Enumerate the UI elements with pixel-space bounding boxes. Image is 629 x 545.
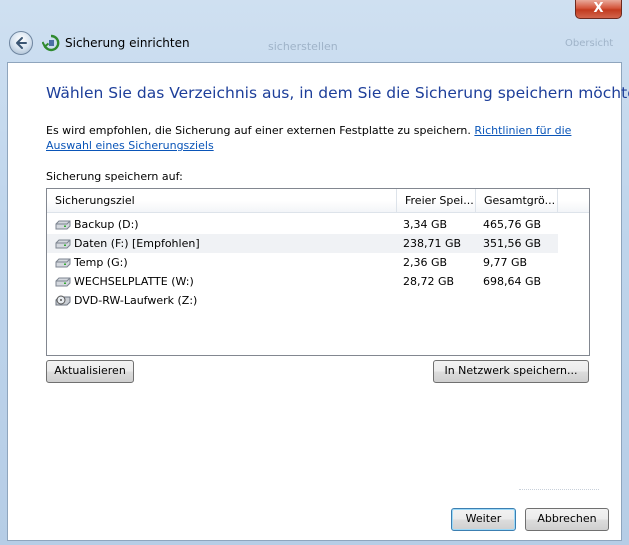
- column-header-free-space[interactable]: Freier Spei...: [397, 189, 476, 213]
- column-header-destination[interactable]: Sicherungsziel: [47, 189, 397, 213]
- drive-name: WECHSELPLATTE (W:): [74, 275, 194, 288]
- page-heading: Wählen Sie das Verzeichnis aus, in dem S…: [46, 84, 629, 102]
- drive-name-cell: Daten (F:) [Empfohlen]: [55, 234, 200, 253]
- total-size-cell: 351,56 GB: [483, 237, 542, 250]
- save-to-network-button[interactable]: In Netzwerk speichern...: [433, 360, 589, 383]
- hard-drive-icon: [55, 258, 71, 268]
- background-window-text-right: Obersicht: [565, 38, 614, 49]
- window-title: Sicherung einrichten: [65, 36, 190, 50]
- next-button[interactable]: Weiter: [451, 508, 516, 531]
- list-row-temp[interactable]: Temp (G:) 2,36 GB 9,77 GB: [47, 253, 558, 272]
- background-window-text: sicherstellen: [268, 40, 338, 53]
- intro-paragraph: Es wird empfohlen, die Sicherung auf ein…: [46, 123, 606, 153]
- drive-name: DVD-RW-Laufwerk (Z:): [74, 294, 198, 307]
- total-size-cell: 698,64 GB: [483, 275, 542, 288]
- free-space-cell: 238,71 GB: [403, 237, 462, 250]
- drive-name-cell: Backup (D:): [55, 215, 139, 234]
- total-size-cell: 465,76 GB: [483, 218, 542, 231]
- hard-drive-icon: [55, 277, 71, 287]
- back-arrow-icon: [16, 37, 27, 49]
- backup-destination-list[interactable]: Sicherungsziel Freier Spei... Gesamtgrö.…: [46, 188, 590, 356]
- list-row-backup[interactable]: Backup (D:) 3,34 GB 465,76 GB: [47, 215, 558, 234]
- drive-name-cell: WECHSELPLATTE (W:): [55, 272, 194, 291]
- hard-drive-icon: [55, 239, 71, 249]
- drive-name-cell: DVD-RW-Laufwerk (Z:): [55, 291, 197, 310]
- window-frame: sicherstellen Obersicht X Sicherung einr…: [0, 0, 629, 545]
- refresh-button[interactable]: Aktualisieren: [46, 360, 134, 383]
- divider: [519, 489, 599, 492]
- list-row-wechselplatte[interactable]: WECHSELPLATTE (W:) 28,72 GB 698,64 GB: [47, 272, 558, 291]
- save-to-label: Sicherung speichern auf:: [46, 170, 183, 183]
- dvd-drive-icon: [55, 295, 71, 306]
- wizard-content: Wählen Sie das Verzeichnis aus, in dem S…: [7, 62, 629, 541]
- list-row-daten[interactable]: Daten (F:) [Empfohlen] 238,71 GB 351,56 …: [47, 234, 558, 253]
- column-header-total-size[interactable]: Gesamtgrö...: [476, 189, 558, 213]
- total-size-cell: 9,77 GB: [483, 256, 528, 269]
- free-space-cell: 3,34 GB: [403, 218, 448, 231]
- column-header-empty[interactable]: [558, 189, 589, 213]
- drive-name: Backup (D:): [74, 218, 139, 231]
- free-space-cell: 2,36 GB: [403, 256, 448, 269]
- backup-icon: [42, 34, 60, 52]
- drive-name: Daten (F:) [Empfohlen]: [74, 237, 200, 250]
- close-button[interactable]: X: [575, 0, 622, 19]
- hard-drive-icon: [55, 220, 71, 230]
- cancel-button[interactable]: Abbrechen: [525, 508, 609, 531]
- close-icon: X: [593, 1, 604, 16]
- drive-name-cell: Temp (G:): [55, 253, 128, 272]
- back-button[interactable]: [9, 31, 33, 55]
- list-row-dvd[interactable]: DVD-RW-Laufwerk (Z:): [47, 291, 558, 310]
- list-header: Sicherungsziel Freier Spei... Gesamtgrö.…: [47, 189, 589, 213]
- free-space-cell: 28,72 GB: [403, 275, 455, 288]
- intro-text: Es wird empfohlen, die Sicherung auf ein…: [46, 124, 471, 137]
- drive-name: Temp (G:): [74, 256, 128, 269]
